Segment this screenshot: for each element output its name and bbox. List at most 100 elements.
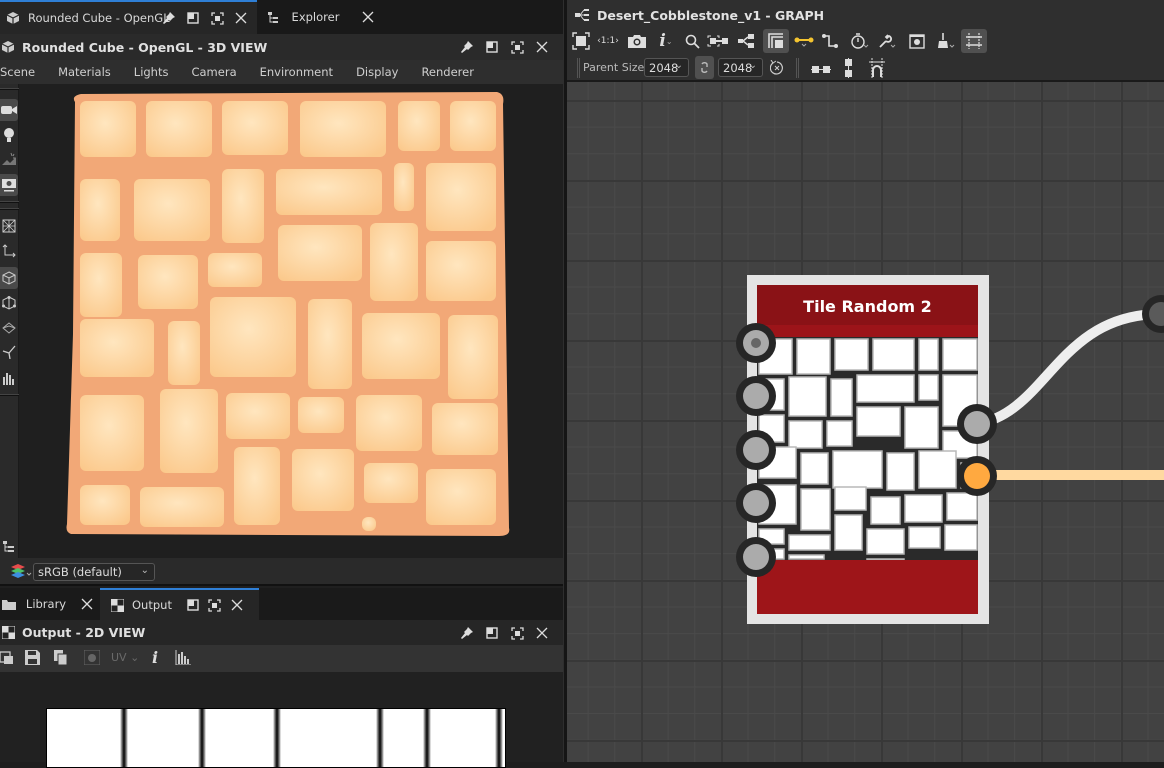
wrench-icon[interactable]: [874, 29, 900, 53]
tile: [834, 514, 863, 551]
close-icon[interactable]: [76, 593, 98, 615]
output-port-gray[interactable]: [957, 404, 997, 444]
maximize-icon[interactable]: [506, 36, 528, 58]
wireframe-icon[interactable]: [0, 215, 18, 237]
close-icon[interactable]: [531, 36, 553, 58]
tab-rounded-cube[interactable]: Rounded Cube - OpenGL: [0, 0, 257, 34]
reset-size-icon[interactable]: [769, 59, 784, 78]
tile: [796, 338, 831, 375]
view2d-toolbar: UV ⌄ i: [0, 645, 563, 672]
light-bulb-icon[interactable]: [0, 124, 18, 146]
cube-icon: [4, 9, 22, 27]
tab-library[interactable]: Library: [0, 588, 98, 620]
close-icon[interactable]: [531, 622, 553, 644]
stone-tile: [356, 395, 422, 451]
zoom-1-1-icon[interactable]: ‹1:1›: [595, 29, 621, 53]
menu-camera[interactable]: Camera: [191, 65, 236, 79]
maximize-icon[interactable]: [206, 7, 228, 29]
viewport-3d[interactable]: [19, 84, 563, 558]
info-icon[interactable]: i ⌄: [653, 29, 679, 53]
parent-width-select[interactable]: 2048 ⌄: [644, 58, 689, 77]
color-layers-icon[interactable]: [10, 563, 32, 582]
link-angled-icon[interactable]: [817, 29, 843, 53]
frames-icon[interactable]: [763, 29, 789, 53]
maximize-icon[interactable]: [204, 594, 226, 616]
stone-tile: [278, 225, 362, 281]
parent-height-select[interactable]: 2048 ⌄: [718, 58, 763, 77]
stone-tile: [222, 101, 288, 155]
menu-lights[interactable]: Lights: [134, 65, 169, 79]
save-icon[interactable]: [25, 650, 40, 668]
float-icon[interactable]: [182, 7, 204, 29]
colorspace-select[interactable]: sRGB (default) ⌄: [33, 563, 155, 581]
node-header[interactable]: Tile Random 2: [757, 285, 978, 337]
tile: [872, 338, 915, 371]
pin-icon[interactable]: [456, 36, 478, 58]
stone-tile: [364, 463, 418, 503]
tree-icon[interactable]: [0, 536, 18, 558]
cube-icon[interactable]: [0, 267, 18, 289]
close-icon[interactable]: [230, 7, 252, 29]
stone-tile: [300, 101, 386, 157]
tile: [834, 338, 869, 371]
screenshot-icon[interactable]: [0, 174, 18, 196]
checker-icon: [0, 626, 16, 639]
uv-dropdown: UV ⌄: [111, 651, 140, 664]
histogram-icon[interactable]: [175, 650, 191, 668]
menu-environment[interactable]: Environment: [260, 65, 333, 79]
connection-gray[interactable]: [975, 309, 1158, 429]
rounded-cube-preview[interactable]: [19, 84, 563, 558]
float-icon[interactable]: [481, 36, 503, 58]
info-icon[interactable]: i: [152, 648, 158, 667]
input-port-3[interactable]: [736, 430, 776, 470]
graph-canvas[interactable]: Tile Random 2: [567, 82, 1164, 762]
menu-renderer[interactable]: Renderer: [421, 65, 474, 79]
timer-icon[interactable]: [847, 29, 873, 53]
uv-icon[interactable]: [0, 317, 18, 339]
viewport-2d[interactable]: [0, 672, 563, 768]
snap-grid-icon[interactable]: [961, 29, 987, 53]
link-size-icon[interactable]: [695, 56, 714, 79]
environment-icon[interactable]: [0, 148, 18, 170]
tab-explorer[interactable]: Explorer: [258, 0, 376, 34]
tab-output[interactable]: Output: [100, 588, 259, 620]
input-port-4[interactable]: [736, 483, 776, 523]
close-icon[interactable]: [359, 6, 376, 28]
broom-icon[interactable]: [933, 29, 959, 53]
preview-window-icon[interactable]: [904, 29, 930, 53]
axes-icon[interactable]: [0, 240, 18, 262]
cube-vertices-icon[interactable]: [0, 292, 18, 314]
fit-view-icon[interactable]: [0, 651, 14, 668]
pin-icon[interactable]: [158, 7, 180, 29]
search-icon[interactable]: [679, 29, 705, 53]
output-texture-preview: [46, 708, 506, 768]
input-port-2[interactable]: [736, 376, 776, 416]
node-tile-random-2[interactable]: Tile Random 2: [747, 275, 989, 624]
close-icon[interactable]: [226, 594, 248, 616]
copy-icon[interactable]: [54, 650, 68, 668]
menu-materials[interactable]: Materials: [58, 65, 111, 79]
input-port-1[interactable]: [736, 323, 776, 363]
snap-magnet-icon[interactable]: [869, 58, 885, 81]
link-style-icon[interactable]: [791, 29, 817, 53]
tangent-icon[interactable]: [0, 341, 18, 363]
maximize-icon[interactable]: [506, 622, 528, 644]
node-frame-icon[interactable]: [705, 29, 731, 53]
float-icon[interactable]: [182, 594, 204, 616]
stone-tile: [80, 485, 130, 525]
tile: [946, 492, 978, 521]
align-vertical-icon[interactable]: [844, 58, 853, 81]
float-icon[interactable]: [481, 622, 503, 644]
output-port-orange[interactable]: [957, 456, 997, 496]
pin-icon[interactable]: [456, 622, 478, 644]
view3d-side-toolbar: [0, 84, 19, 558]
histogram-icon[interactable]: [0, 367, 18, 389]
align-horizontal-icon[interactable]: [811, 63, 831, 77]
graph-layout-icon[interactable]: [734, 29, 760, 53]
frame-all-icon[interactable]: [568, 29, 594, 53]
input-port-5[interactable]: [736, 537, 776, 577]
camera-icon[interactable]: [0, 99, 18, 121]
menu-display[interactable]: Display: [356, 65, 398, 79]
camera-icon[interactable]: [624, 29, 650, 53]
menu-scene[interactable]: Scene: [0, 65, 35, 79]
